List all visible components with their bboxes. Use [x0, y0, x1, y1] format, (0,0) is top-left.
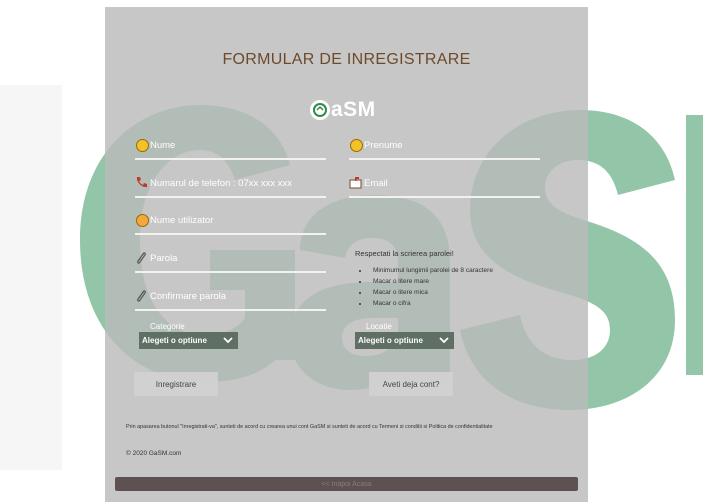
- password-rule: Macar o litere mica: [369, 287, 493, 298]
- terms-link[interactable]: Termeni si conditii: [379, 424, 422, 430]
- smiley-icon: [349, 138, 363, 152]
- prenume-field[interactable]: Prenume: [349, 138, 540, 160]
- categorie-label: Categorie: [150, 322, 185, 331]
- categorie-value: Alegeti o optiune: [142, 336, 207, 345]
- paperclip-icon: [135, 289, 149, 303]
- registration-panel: FORMULAR DE INREGISTRARE aSM Nume Prenum…: [105, 7, 588, 502]
- chevron-down-icon: [223, 335, 233, 347]
- categorie-select[interactable]: Alegeti o optiune: [139, 332, 238, 349]
- password-rules-title: Respectati la scrierea parolei!: [355, 249, 454, 258]
- telefon-label: Numarul de telefon : 07xx xxx xxx: [150, 178, 293, 189]
- parola-label: Parola: [150, 253, 178, 264]
- chevron-down-icon: [439, 335, 449, 347]
- password-rules-list: Minimumul lungimii parolei de 8 caracter…: [355, 265, 493, 309]
- privacy-link[interactable]: Politica de confidentialitate: [429, 424, 493, 430]
- gasm-logo: aSM: [310, 95, 390, 125]
- locatie-value: Alegeti o optiune: [358, 336, 423, 345]
- smiley-icon: [135, 138, 149, 152]
- confirmare-label: Confirmare parola: [150, 291, 227, 302]
- telefon-field[interactable]: Numarul de telefon : 07xx xxx xxx: [135, 176, 326, 198]
- confirmare-field[interactable]: Confirmare parola: [135, 289, 326, 311]
- locatie-label: Locatie: [366, 322, 392, 331]
- page-title: FORMULAR DE INREGISTRARE: [222, 51, 471, 68]
- terms-text: Prin apasarea butonul "Inregistrati-va",…: [126, 424, 493, 430]
- mailbox-icon: [349, 176, 363, 190]
- password-rule: Macar o cifra: [369, 298, 493, 309]
- have-account-button[interactable]: Aveti deja cont?: [369, 372, 453, 396]
- locatie-select[interactable]: Alegeti o optiune: [355, 332, 454, 349]
- utilizator-label: Nume utilizator: [150, 215, 214, 226]
- prenume-label: Prenume: [364, 140, 403, 151]
- nume-field[interactable]: Nume: [135, 138, 326, 160]
- email-label: Email: [364, 178, 388, 189]
- copyright: © 2020 GaSM.com: [126, 450, 182, 457]
- utilizator-field[interactable]: Nume utilizator: [135, 213, 326, 235]
- email-field[interactable]: Email: [349, 176, 540, 198]
- parola-field[interactable]: Parola: [135, 251, 326, 273]
- register-button[interactable]: Inregistrare: [134, 372, 218, 396]
- logo-text: aSM: [331, 98, 376, 121]
- back-home-button[interactable]: << Inapoi Acasa: [115, 477, 578, 491]
- phone-icon: [135, 176, 149, 190]
- password-rule: Macar o litere mare: [369, 276, 493, 287]
- nume-label: Nume: [150, 140, 176, 151]
- heart-eyes-icon: [135, 213, 149, 227]
- paperclip-icon: [135, 251, 149, 265]
- password-rule: Minimumul lungimii parolei de 8 caracter…: [369, 265, 493, 276]
- recycle-icon: [310, 100, 330, 120]
